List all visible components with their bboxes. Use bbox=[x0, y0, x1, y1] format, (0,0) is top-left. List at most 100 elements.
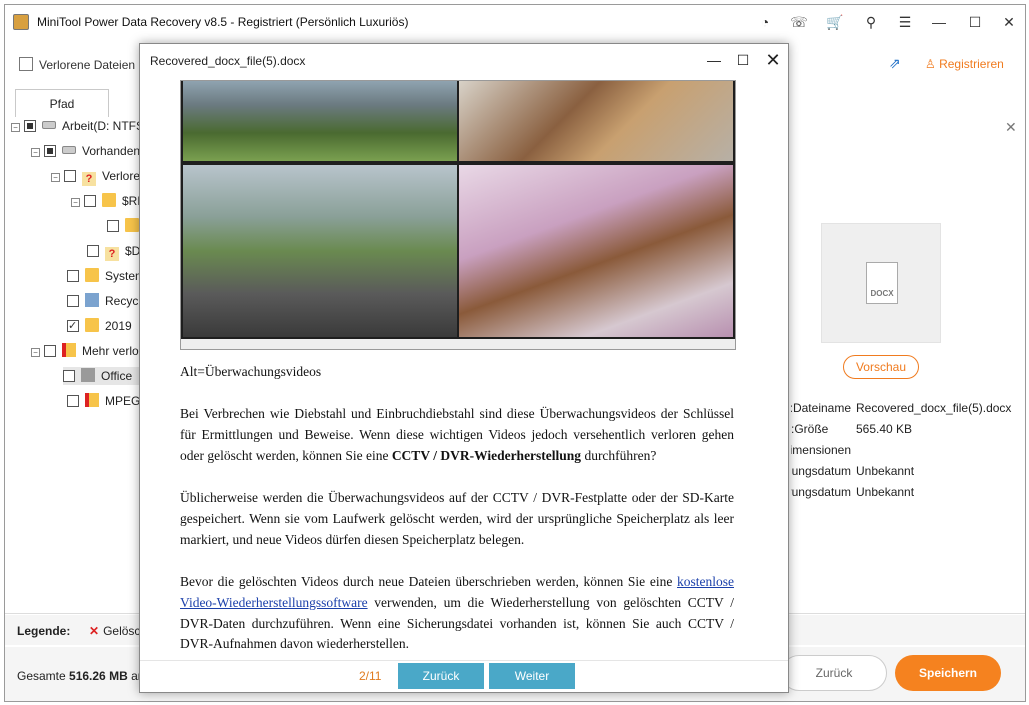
paragraph-bold: CCTV / DVR-Wiederherstellung bbox=[391, 447, 582, 463]
tree-checkbox[interactable] bbox=[44, 345, 56, 357]
zoom-icon[interactable]: ⚲ bbox=[861, 13, 881, 31]
tree-checkbox[interactable] bbox=[24, 120, 36, 132]
deleted-x-icon: ✕ bbox=[89, 624, 100, 638]
tree-item[interactable]: 2019 bbox=[67, 317, 132, 335]
tree-item[interactable]: MPEG bbox=[67, 392, 140, 410]
app-title: MiniTool Power Data Recovery v8.5 - Regi… bbox=[37, 15, 409, 29]
tree-checkbox[interactable] bbox=[67, 395, 79, 407]
surveillance-image bbox=[180, 80, 736, 350]
tree-checkbox[interactable] bbox=[107, 220, 119, 232]
disc-icon[interactable]: ◔ bbox=[755, 13, 775, 31]
folder-icon bbox=[102, 193, 116, 207]
tree-checkbox[interactable] bbox=[84, 195, 96, 207]
tree-checkbox[interactable] bbox=[67, 317, 79, 335]
collapse-icon[interactable]: − bbox=[31, 148, 40, 157]
tree-item[interactable]: − Arbeit(D: NTFS) bbox=[11, 117, 148, 135]
docx-file-icon: DOCX bbox=[866, 262, 898, 304]
collapse-icon[interactable]: − bbox=[71, 198, 80, 207]
recycle-bin-icon bbox=[85, 293, 99, 307]
camera-view bbox=[183, 81, 457, 161]
more-lost-folder-icon bbox=[62, 343, 76, 357]
next-page-button[interactable]: Weiter bbox=[489, 663, 575, 689]
folder-icon bbox=[85, 318, 99, 332]
folder-icon bbox=[85, 268, 99, 282]
tree-checkbox[interactable] bbox=[44, 145, 56, 157]
user-icon: ♙ bbox=[925, 57, 940, 71]
maximize-icon[interactable]: ☐ bbox=[965, 13, 985, 31]
total-size-text: Gesamte 516.26 MB an bbox=[17, 669, 144, 683]
support-icon[interactable]: ☏ bbox=[789, 13, 809, 31]
prop-value: Unbekannt bbox=[856, 464, 915, 478]
close-panel-icon[interactable]: ✕ bbox=[1005, 119, 1017, 136]
tree-item-label: 2019 bbox=[105, 319, 132, 333]
tree-item[interactable]: Office bbox=[63, 367, 143, 385]
image-caption-strip bbox=[181, 339, 735, 349]
close-icon[interactable]: ✕ bbox=[999, 13, 1019, 31]
app-logo-icon bbox=[13, 14, 29, 30]
file-tree: −Arbeit(D: NTFS) −Vorhandene Partition −… bbox=[5, 115, 252, 615]
prev-page-button[interactable]: Zurück bbox=[398, 663, 484, 689]
tree-item-label: Office bbox=[101, 369, 133, 383]
preview-window: Recovered_docx_file(5).docx — ☐ ✕ Alt=Üb… bbox=[139, 43, 789, 693]
file-thumbnail: DOCX bbox=[821, 223, 941, 343]
camera-view bbox=[459, 81, 733, 161]
collapse-icon[interactable]: − bbox=[11, 123, 20, 132]
collapse-icon[interactable]: − bbox=[31, 348, 40, 357]
tree-checkbox[interactable] bbox=[87, 245, 99, 257]
back-button[interactable]: Zurück bbox=[781, 655, 887, 691]
camera-view bbox=[459, 165, 733, 337]
camera-view bbox=[183, 165, 457, 337]
prop-label: Dimensionen: bbox=[791, 443, 851, 457]
tree-checkbox[interactable] bbox=[67, 295, 79, 307]
drive-icon bbox=[42, 121, 56, 129]
collapse-icon[interactable]: − bbox=[51, 173, 60, 182]
tree-checkbox[interactable] bbox=[63, 370, 75, 382]
legend-label: Legende: bbox=[17, 624, 71, 638]
page-indicator: 2/11 bbox=[359, 669, 382, 683]
preview-title: Recovered_docx_file(5).docx bbox=[150, 54, 306, 68]
total-size: 516.26 MB bbox=[69, 669, 128, 683]
paragraph: Üblicherweise werden die Überwachungsvid… bbox=[180, 490, 734, 547]
prop-value: Unbekannt bbox=[856, 485, 915, 499]
prop-label: Erstellungsdatum: bbox=[791, 464, 851, 478]
prop-value: Recovered_docx_file(5).docx bbox=[856, 401, 1012, 415]
menu-icon[interactable]: ☰ bbox=[895, 13, 915, 31]
preview-title-bar: Recovered_docx_file(5).docx — ☐ ✕ bbox=[140, 44, 788, 76]
title-bar: MiniTool Power Data Recovery v8.5 - Regi… bbox=[5, 5, 1025, 39]
register-label: Registrieren bbox=[939, 57, 1004, 71]
tree-item-label: Arbeit(D: NTFS) bbox=[62, 119, 149, 133]
save-button[interactable]: Speichern bbox=[895, 655, 1001, 691]
minimize-icon[interactable]: — bbox=[703, 50, 725, 70]
tree-checkbox[interactable] bbox=[67, 270, 79, 282]
preview-footer: 2/11 Zurück Weiter bbox=[140, 660, 788, 692]
folder-icon bbox=[125, 218, 139, 232]
paragraph: Bevor die gelöschten Videos durch neue D… bbox=[180, 572, 734, 655]
paragraph-text: Bevor die gelöschten Videos durch neue D… bbox=[180, 574, 677, 589]
prop-label: Größe: bbox=[791, 422, 829, 436]
minimize-icon[interactable]: — bbox=[929, 13, 949, 31]
mpeg-folder-icon bbox=[85, 393, 99, 407]
prop-value: 565.40 KB bbox=[856, 422, 913, 436]
prop-label: Dateiname: bbox=[791, 401, 851, 415]
lost-files-button[interactable]: Verlorene Dateien bbox=[19, 57, 135, 72]
tree-item-label: MPEG bbox=[105, 394, 141, 408]
tree-checkbox[interactable] bbox=[64, 170, 76, 182]
docx-label: DOCX bbox=[870, 289, 894, 298]
prop-label: Änderungsdatum: bbox=[791, 485, 851, 499]
drive-icon bbox=[62, 146, 76, 154]
lost-folder-icon: ? bbox=[82, 172, 96, 186]
tree-tabs: Pfad bbox=[15, 89, 141, 117]
export-icon[interactable]: ⇗ bbox=[889, 55, 907, 71]
total-prefix: Gesamte bbox=[17, 669, 70, 683]
paragraph-text: durchführen? bbox=[581, 447, 657, 463]
close-icon[interactable]: ✕ bbox=[762, 50, 784, 70]
lost-folder-icon: ? bbox=[105, 247, 119, 261]
tab-path[interactable]: Pfad bbox=[15, 89, 109, 117]
maximize-icon[interactable]: ☐ bbox=[732, 50, 754, 70]
alt-text: Alt=Überwachungsvideos bbox=[180, 364, 322, 379]
preview-document: Alt=Überwachungsvideos Bei Verbrechen wi… bbox=[140, 76, 788, 660]
preview-button[interactable]: Vorschau bbox=[843, 355, 919, 379]
register-link[interactable]: ♙ Registrieren bbox=[925, 57, 1004, 71]
file-icon bbox=[19, 57, 33, 71]
cart-icon[interactable]: 🛒 bbox=[825, 13, 845, 31]
